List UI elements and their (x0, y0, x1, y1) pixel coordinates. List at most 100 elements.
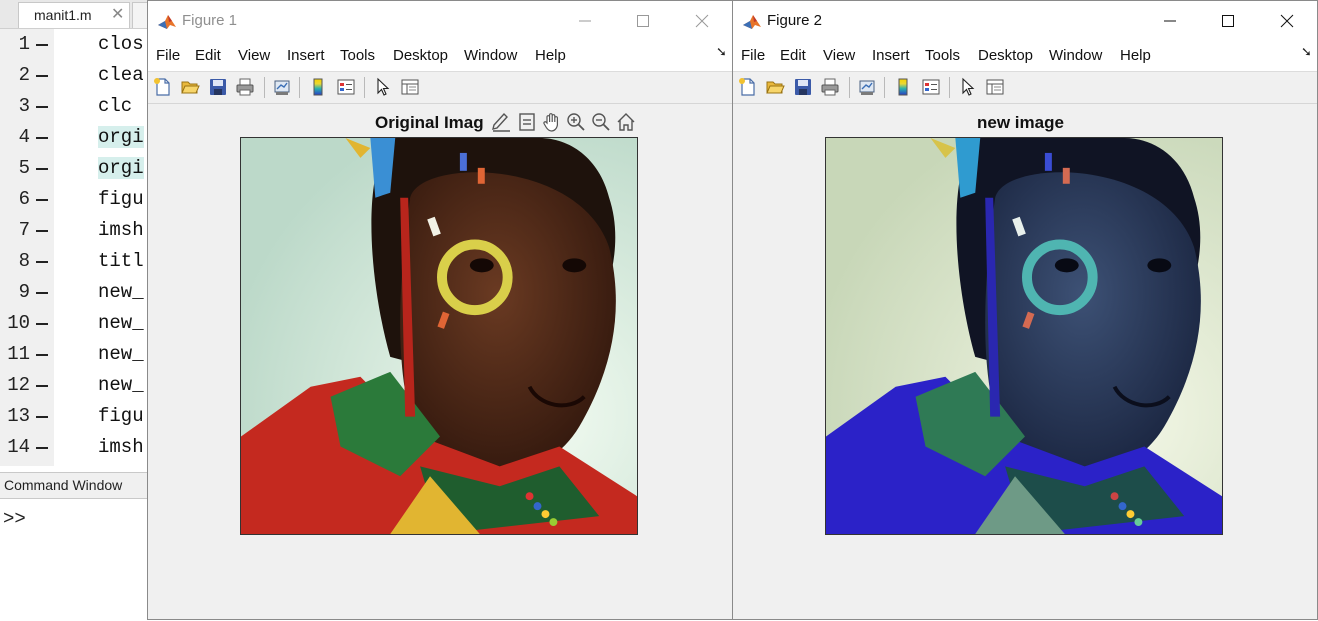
menu-view[interactable]: View (823, 47, 855, 64)
code-line[interactable]: 11 new_ (0, 339, 160, 370)
breakpoint-dash[interactable] (36, 168, 48, 170)
menu-window[interactable]: Window (464, 47, 517, 64)
code-text[interactable]: orgi (98, 126, 144, 148)
code-line[interactable]: 13 figu (0, 401, 160, 432)
code-text[interactable]: new_ (98, 312, 144, 334)
home-icon[interactable] (615, 111, 637, 133)
minimize-button[interactable] (573, 9, 597, 33)
code-text[interactable]: imsh (98, 219, 144, 241)
axes-original-image[interactable] (240, 137, 638, 535)
menu-tools[interactable]: Tools (340, 47, 375, 64)
menu-help[interactable]: Help (1120, 47, 1151, 64)
legend-icon[interactable] (336, 77, 356, 97)
code-line[interactable]: 4 orgi (0, 122, 160, 153)
menu-tools[interactable]: Tools (925, 47, 960, 64)
code-text[interactable]: figu (98, 188, 144, 210)
breakpoint-dash[interactable] (36, 106, 48, 108)
code-line[interactable]: 8 titl (0, 246, 160, 277)
tab-manit1[interactable]: manit1.m ✕ (18, 2, 130, 28)
property-inspector-icon[interactable] (985, 77, 1005, 97)
code-text[interactable]: figu (98, 405, 144, 427)
command-prompt[interactable]: >> (3, 508, 26, 530)
menu-help[interactable]: Help (535, 47, 566, 64)
figure-window-2[interactable]: Figure 2 File Edit View Insert Tools Des… (732, 0, 1318, 620)
datatip-icon[interactable] (516, 111, 538, 133)
save-icon[interactable] (208, 77, 228, 97)
new-figure-icon[interactable] (738, 77, 758, 97)
breakpoint-dash[interactable] (36, 199, 48, 201)
menu-window[interactable]: Window (1049, 47, 1102, 64)
menu-file[interactable]: File (741, 47, 765, 64)
pan-icon[interactable] (541, 111, 563, 133)
code-text[interactable]: clea (98, 64, 144, 86)
zoom-in-icon[interactable] (565, 111, 587, 133)
link-plot-icon[interactable] (857, 77, 877, 97)
code-line[interactable]: 2 clea (0, 60, 160, 91)
title-bar[interactable]: Figure 2 (733, 1, 1317, 41)
axes-new-image[interactable] (825, 137, 1223, 535)
code-text[interactable]: new_ (98, 374, 144, 396)
figure-window-1[interactable]: Figure 1 File Edit View Insert Tools Des… (147, 0, 733, 620)
new-figure-icon[interactable] (153, 77, 173, 97)
open-file-icon[interactable] (180, 77, 200, 97)
breakpoint-dash[interactable] (36, 44, 48, 46)
breakpoint-dash[interactable] (36, 323, 48, 325)
title-bar[interactable]: Figure 1 (148, 1, 732, 41)
link-plot-icon[interactable] (272, 77, 292, 97)
open-file-icon[interactable] (765, 77, 785, 97)
breakpoint-dash[interactable] (36, 261, 48, 263)
colorbar-icon[interactable] (893, 77, 913, 97)
breakpoint-dash[interactable] (36, 385, 48, 387)
edit-plot-icon[interactable] (958, 77, 978, 97)
property-inspector-icon[interactable] (400, 77, 420, 97)
breakpoint-dash[interactable] (36, 416, 48, 418)
legend-icon[interactable] (921, 77, 941, 97)
breakpoint-dash[interactable] (36, 354, 48, 356)
code-text[interactable]: clc (98, 95, 132, 117)
code-line[interactable]: 7 imsh (0, 215, 160, 246)
code-line[interactable]: 12 new_ (0, 370, 160, 401)
zoom-out-icon[interactable] (590, 111, 612, 133)
menu-view[interactable]: View (238, 47, 270, 64)
brush-icon[interactable] (490, 111, 512, 133)
code-text[interactable]: clos (98, 33, 144, 55)
close-icon[interactable]: ✕ (111, 4, 124, 24)
code-text[interactable]: new_ (98, 281, 144, 303)
dock-arrow-icon[interactable]: ➘ (1301, 44, 1312, 60)
print-icon[interactable] (235, 77, 255, 97)
breakpoint-dash[interactable] (36, 447, 48, 449)
code-line[interactable]: 1 clos (0, 29, 160, 60)
menu-edit[interactable]: Edit (780, 47, 806, 64)
code-line[interactable]: 9 new_ (0, 277, 160, 308)
command-window-header: Command Window (0, 472, 160, 499)
code-line[interactable]: 10 new_ (0, 308, 160, 339)
colorbar-icon[interactable] (308, 77, 328, 97)
edit-plot-icon[interactable] (373, 77, 393, 97)
menu-insert[interactable]: Insert (872, 47, 910, 64)
breakpoint-dash[interactable] (36, 292, 48, 294)
close-button[interactable] (690, 9, 714, 33)
code-text[interactable]: new_ (98, 343, 144, 365)
code-text[interactable]: orgi (98, 157, 144, 179)
save-icon[interactable] (793, 77, 813, 97)
breakpoint-dash[interactable] (36, 230, 48, 232)
menu-insert[interactable]: Insert (287, 47, 325, 64)
breakpoint-dash[interactable] (36, 137, 48, 139)
dock-arrow-icon[interactable]: ➘ (716, 44, 727, 60)
close-button[interactable] (1275, 9, 1299, 33)
menu-file[interactable]: File (156, 47, 180, 64)
print-icon[interactable] (820, 77, 840, 97)
menu-edit[interactable]: Edit (195, 47, 221, 64)
code-line[interactable]: 5 orgi (0, 153, 160, 184)
code-line[interactable]: 3 clc (0, 91, 160, 122)
maximize-button[interactable] (631, 9, 655, 33)
code-line[interactable]: 14 imsh (0, 432, 160, 463)
code-text[interactable]: titl (98, 250, 144, 272)
maximize-button[interactable] (1216, 9, 1240, 33)
code-line[interactable]: 6 figu (0, 184, 160, 215)
breakpoint-dash[interactable] (36, 75, 48, 77)
minimize-button[interactable] (1158, 9, 1182, 33)
menu-desktop[interactable]: Desktop (978, 47, 1033, 64)
menu-desktop[interactable]: Desktop (393, 47, 448, 64)
code-text[interactable]: imsh (98, 436, 144, 458)
